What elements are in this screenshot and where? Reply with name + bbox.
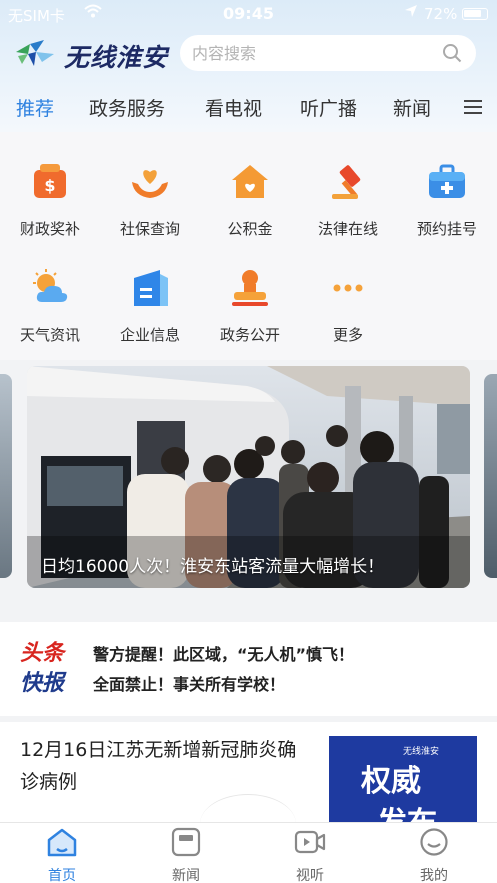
thumb-line1: 权威	[361, 764, 421, 799]
nav-label: 首页	[48, 868, 76, 883]
news-title[interactable]: 12月16日江苏无新增新冠肺炎确诊病例	[20, 734, 310, 798]
service-label: 更多	[332, 326, 363, 344]
clock: 09:45	[223, 4, 274, 23]
location-arrow-icon	[404, 4, 418, 22]
headline-logo-line2: 快报	[20, 670, 65, 696]
tab-government-services[interactable]: 政务服务	[89, 94, 165, 121]
thumb-line2: 发布	[377, 798, 437, 822]
heart-hands-icon	[132, 170, 168, 198]
battery-icon	[462, 8, 488, 20]
news-icon	[171, 827, 201, 857]
nav-news[interactable]: 新闻	[124, 823, 248, 883]
search-input[interactable]	[192, 41, 432, 65]
video-icon	[294, 830, 326, 854]
banner-carousel[interactable]: 日均16000人次！淮安东站客流量大幅增长！	[0, 366, 497, 588]
weather-icon	[33, 269, 68, 302]
tab-radio[interactable]: 听广播	[300, 94, 357, 121]
channel-menu-icon[interactable]	[464, 100, 482, 118]
search-bar[interactable]	[180, 35, 476, 71]
banner-slide[interactable]: 日均16000人次！淮安东站客流量大幅增长！	[27, 366, 470, 588]
service-label: 法律在线	[317, 220, 378, 238]
profile-icon	[420, 828, 448, 856]
headline-item[interactable]: 全面禁止！事关所有学校！	[93, 670, 354, 700]
banner-prev-slide[interactable]	[0, 374, 12, 578]
service-weather[interactable]: 天气资讯	[0, 268, 100, 345]
service-more[interactable]: 更多	[298, 268, 398, 345]
stamp-icon	[232, 270, 268, 306]
banner-next-slide[interactable]	[484, 374, 497, 578]
battery-percent: 72%	[424, 5, 458, 23]
service-legal-online[interactable]: 法律在线	[298, 162, 398, 239]
channel-tabs: 推荐 政务服务 看电视 听广播 新闻	[0, 90, 497, 130]
bottom-navigation: 首页 新闻 视听 我的	[0, 822, 497, 883]
tab-news[interactable]: 新闻	[393, 94, 431, 121]
service-appointment[interactable]: 预约挂号	[397, 162, 497, 239]
service-government-disclosure[interactable]: 政务公开	[200, 268, 300, 345]
service-grid: $ 财政奖补 社保查询 公积金 法律在线 预约挂号 天气资讯 企业信息 政务公开…	[0, 132, 497, 360]
nav-home[interactable]: 首页	[0, 823, 124, 883]
status-bar: 无SIM卡 09:45 72%	[0, 0, 497, 28]
nav-label: 新闻	[172, 868, 200, 883]
headline-logo-line1: 头条	[20, 640, 65, 666]
app-logo: 无线淮安	[14, 36, 184, 72]
service-label: 天气资讯	[19, 326, 80, 344]
service-label: 预约挂号	[416, 220, 477, 238]
headline-logo: 头条 快报	[20, 638, 76, 698]
nav-label: 视听	[296, 868, 324, 883]
gavel-icon	[332, 165, 361, 199]
news-thumbnail[interactable]: 无线淮安 权威 发布	[329, 736, 477, 822]
search-icon[interactable]	[442, 43, 462, 63]
service-label: 企业信息	[119, 326, 180, 344]
medical-kit-icon	[429, 164, 465, 198]
svg-text:$: $	[44, 176, 55, 195]
nav-label: 我的	[420, 868, 448, 883]
house-heart-icon	[232, 165, 268, 198]
more-dots-icon	[333, 284, 363, 292]
service-label: 公积金	[227, 220, 273, 238]
logo-text: 无线淮安	[64, 43, 169, 72]
service-label: 社保查询	[119, 220, 180, 238]
service-label: 财政奖补	[19, 220, 80, 238]
service-label: 政务公开	[219, 326, 280, 344]
service-housing-fund[interactable]: 公积金	[200, 162, 300, 239]
headline-news-box: 头条 快报 警方提醒！此区域，“无人机”慎飞！ 全面禁止！事关所有学校！	[0, 622, 497, 716]
service-financial-subsidy[interactable]: $ 财政奖补	[0, 162, 100, 239]
home-icon	[47, 828, 77, 857]
banner-caption: 日均16000人次！淮安东站客流量大幅增长！	[41, 557, 385, 577]
tab-recommend[interactable]: 推荐	[16, 94, 54, 121]
headline-item[interactable]: 警方提醒！此区域，“无人机”慎飞！	[93, 640, 354, 670]
building-icon	[134, 270, 168, 306]
logo-mark-icon	[16, 40, 54, 66]
nav-media[interactable]: 视听	[248, 823, 372, 883]
service-social-security[interactable]: 社保查询	[100, 162, 200, 239]
service-enterprise-info[interactable]: 企业信息	[100, 268, 200, 345]
money-bag-icon: $	[34, 164, 66, 198]
nav-profile[interactable]: 我的	[372, 823, 496, 883]
headline-list: 警方提醒！此区域，“无人机”慎飞！ 全面禁止！事关所有学校！	[93, 640, 354, 700]
tab-watch-tv[interactable]: 看电视	[205, 94, 262, 121]
top-header-area: 无SIM卡 09:45 72% 无线淮安 推荐 政务服务 看电视 听广播	[0, 0, 497, 132]
